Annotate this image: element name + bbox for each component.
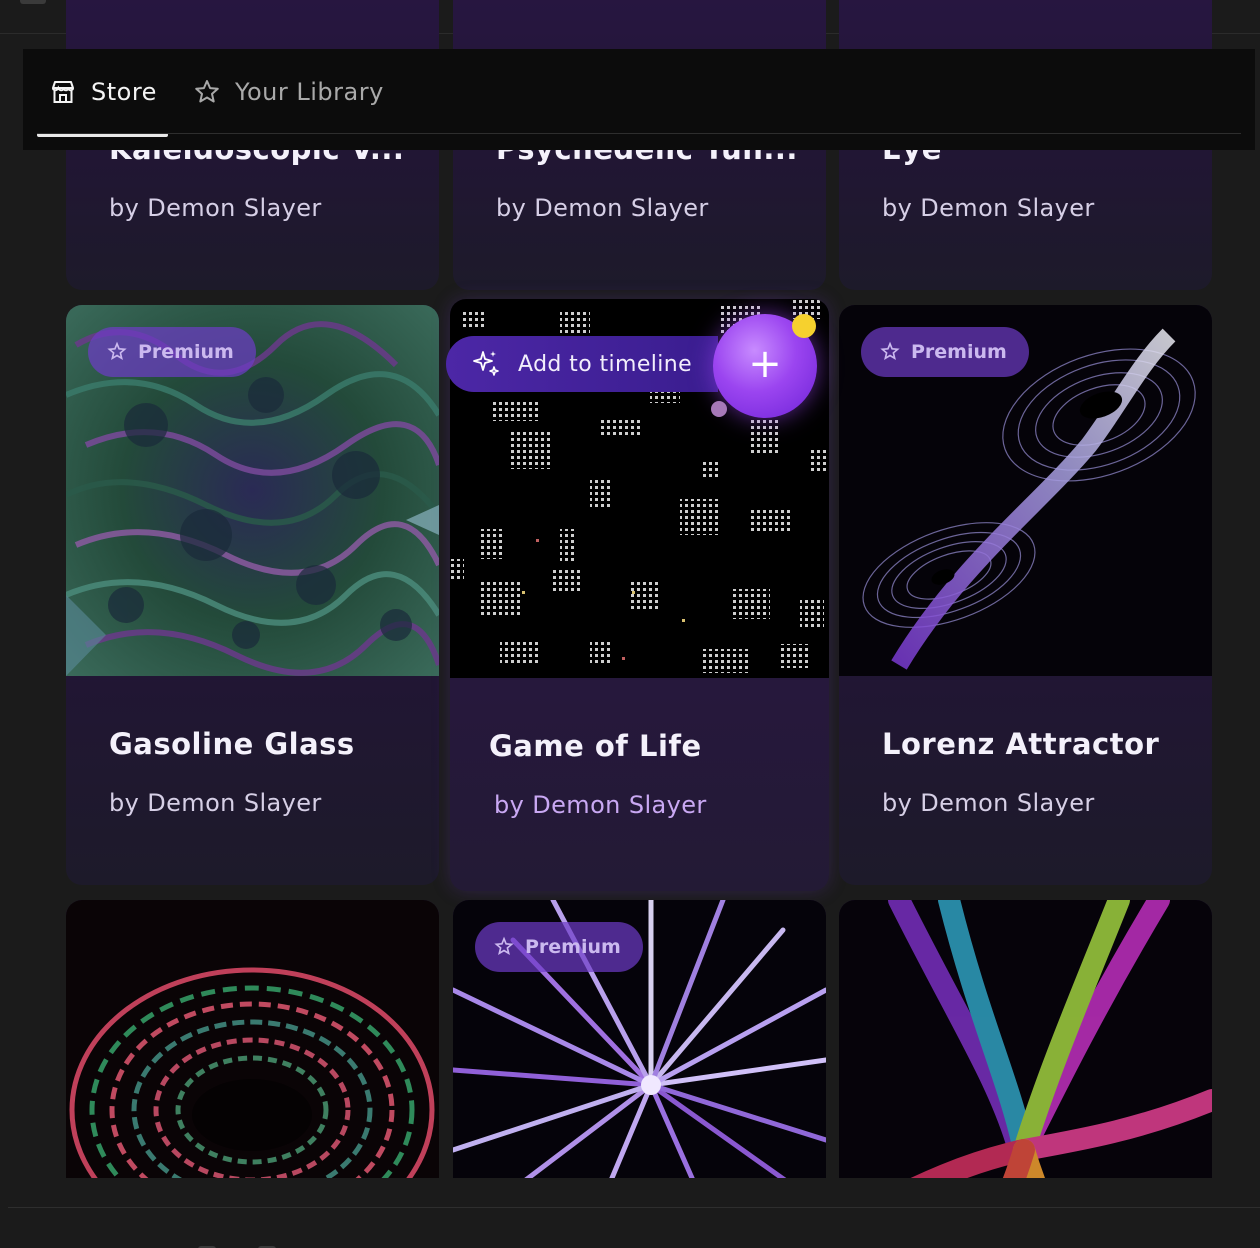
sparkle-star-icon <box>494 936 514 956</box>
premium-badge: Premium <box>88 327 256 377</box>
card-thumbnail: Premium <box>453 900 826 1178</box>
card-thumbnail: Premium <box>66 305 439 676</box>
effect-card-lorenz-attractor[interactable]: Premium Lorenz Attractor by Demon Slayer <box>839 305 1212 885</box>
effect-card[interactable] <box>66 900 439 1178</box>
card-title: Gasoline Glass <box>109 727 355 761</box>
add-to-timeline-label: Add to timeline <box>518 351 693 377</box>
tab-bar-divider <box>37 133 1241 134</box>
card-author: by Demon Slayer <box>109 194 322 222</box>
star-outline-icon <box>195 80 219 103</box>
decorative-dot <box>711 401 727 417</box>
zigzag-tunnel-preview <box>66 900 439 1178</box>
card-author: by Demon Slayer <box>494 791 707 819</box>
rainbow-ribbons-preview <box>839 900 1212 1178</box>
premium-badge: Premium <box>475 922 643 972</box>
sparkle-icon <box>473 351 499 376</box>
premium-badge: Premium <box>861 327 1029 377</box>
card-thumbnail: Premium <box>839 305 1212 676</box>
tab-your-library[interactable]: Your Library <box>191 49 384 135</box>
sparkle-star-icon <box>107 341 127 361</box>
sparkle-star-icon <box>880 341 900 361</box>
card-title: Game of Life <box>489 729 702 763</box>
premium-badge-label: Premium <box>525 936 621 958</box>
store-tab-bar: Store Your Library <box>23 49 1255 150</box>
store-icon <box>52 81 74 103</box>
effects-grid: Kaleidoscopic V... by Demon Slayer Psych… <box>0 0 1260 1178</box>
tab-store[interactable]: Store <box>37 49 168 137</box>
premium-badge-label: Premium <box>138 341 234 363</box>
card-author: by Demon Slayer <box>496 194 709 222</box>
card-author: by Demon Slayer <box>882 194 1095 222</box>
card-title: Lorenz Attractor <box>882 727 1160 761</box>
plus-icon: + <box>748 341 782 387</box>
effect-card-gasoline-glass[interactable]: Premium Gasoline Glass by Demon Slayer <box>66 305 439 885</box>
card-author: by Demon Slayer <box>109 789 322 817</box>
card-thumbnail <box>66 900 439 1178</box>
effect-card[interactable]: Premium <box>453 900 826 1178</box>
tab-your-library-label: Your Library <box>235 78 384 106</box>
notification-dot <box>792 314 816 338</box>
effect-card[interactable] <box>839 900 1212 1178</box>
card-thumbnail <box>839 900 1212 1178</box>
premium-badge-label: Premium <box>911 341 1007 363</box>
add-to-timeline-button[interactable]: Add to timeline <box>446 336 718 392</box>
card-author: by Demon Slayer <box>882 789 1095 817</box>
bottom-toolbar <box>8 1207 1260 1248</box>
tab-store-label: Store <box>91 78 157 106</box>
